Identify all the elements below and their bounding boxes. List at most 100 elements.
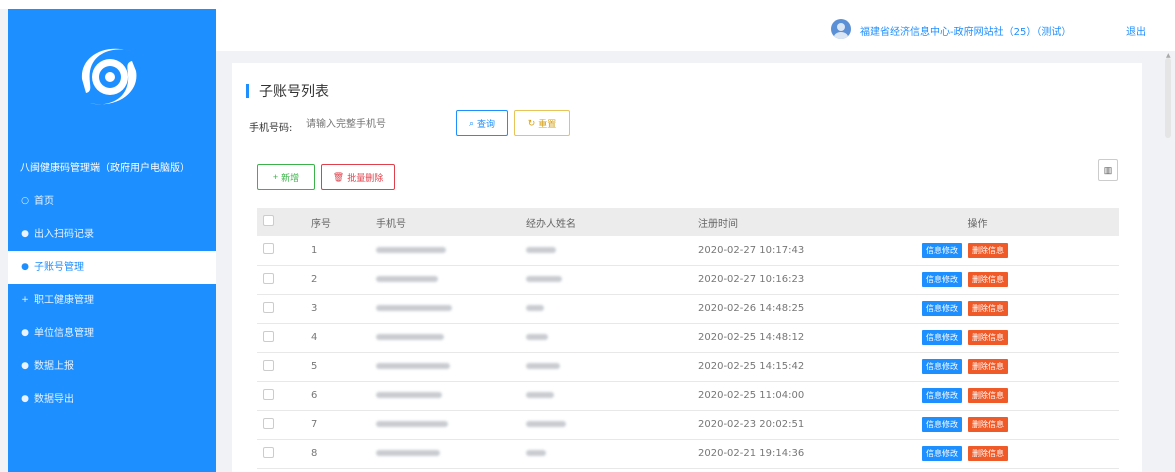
user-name[interactable]: 福建省经济信息中心-政府网站社（25）（测试） [860, 23, 1071, 38]
redacted-phone [376, 363, 450, 369]
sidebar: 八闽健康码管理端（政府用户电脑版） ○ 首页 ● 出入扫码记录 ● 子账号管理 + 职工… [8, 9, 216, 472]
batch-delete-button-label: 批量删除 [347, 172, 384, 183]
sidebar-item-home[interactable]: ○ 首页 [8, 185, 216, 218]
batch-delete-button[interactable]: 🗑 批量删除 [321, 164, 395, 190]
table-header-row: 序号 手机号 经办人姓名 注册时间 操作 [257, 208, 1119, 236]
redacted-name [526, 421, 566, 427]
query-button[interactable]: ⌕ 查询 [456, 110, 508, 136]
row-phone-cell [370, 381, 520, 411]
dot-icon: ● [21, 328, 29, 338]
sidebar-item-label: 首页 [34, 196, 54, 207]
row-checkbox[interactable] [263, 272, 274, 284]
row-name-cell [520, 323, 696, 353]
row-name-cell [520, 439, 696, 469]
edit-info-button[interactable]: 信息修改 [922, 417, 962, 432]
row-index: 8 [297, 439, 370, 469]
row-name-cell [520, 294, 696, 324]
redacted-name [526, 276, 562, 282]
row-ops-cell: 信息修改 删除信息 [896, 352, 1119, 382]
row-name-cell [520, 265, 696, 295]
sidebar-item-label: 子账号管理 [34, 262, 84, 273]
row-select-cell [257, 381, 297, 411]
table-row: 2 2020-02-27 10:16:23 信息修改 删除信息 [257, 265, 1119, 295]
table-row: 5 2020-02-25 14:15:42 信息修改 删除信息 [257, 352, 1119, 382]
row-index: 6 [297, 381, 370, 411]
app-window: 八闽健康码管理端（政府用户电脑版） ○ 首页 ● 出入扫码记录 ● 子账号管理 + 职工… [0, 0, 1175, 472]
row-checkbox[interactable] [263, 417, 274, 429]
reset-button[interactable]: ↻ 重置 [514, 110, 570, 136]
table-row: 6 2020-02-25 11:04:00 信息修改 删除信息 [257, 381, 1119, 411]
row-checkbox[interactable] [263, 243, 274, 255]
row-select-cell [257, 352, 297, 382]
row-time: 2020-02-25 14:48:12 [696, 323, 896, 353]
row-checkbox[interactable] [263, 388, 274, 400]
row-time: 2020-02-27 10:17:43 [696, 236, 896, 266]
delete-info-button[interactable]: 删除信息 [968, 272, 1008, 287]
edit-info-button[interactable]: 信息修改 [922, 388, 962, 403]
edit-info-button[interactable]: 信息修改 [922, 272, 962, 287]
edit-info-button[interactable]: 信息修改 [922, 359, 962, 374]
edit-info-button[interactable]: 信息修改 [922, 330, 962, 345]
scrollbar-thumb[interactable] [1165, 58, 1171, 138]
columns-icon: ▥ [1103, 164, 1113, 175]
redacted-phone [376, 246, 446, 253]
delete-info-button[interactable]: 删除信息 [968, 330, 1008, 345]
row-ops-cell: 信息修改 删除信息 [896, 381, 1119, 411]
dot-icon: ● [21, 262, 29, 272]
redacted-name [526, 305, 544, 311]
table-row: 4 2020-02-25 14:48:12 信息修改 删除信息 [257, 323, 1119, 353]
logout-link[interactable]: 退出 [1126, 23, 1146, 38]
col-header-name: 经办人姓名 [520, 208, 696, 236]
col-header-index: 序号 [297, 208, 370, 236]
edit-info-button[interactable]: 信息修改 [922, 301, 962, 316]
row-ops-cell: 信息修改 删除信息 [896, 323, 1119, 353]
row-ops-cell: 信息修改 删除信息 [896, 410, 1119, 440]
sidebar-item-data-report[interactable]: ● 数据上报 [8, 350, 216, 383]
row-index: 5 [297, 352, 370, 382]
redacted-phone [376, 450, 440, 456]
delete-info-button[interactable]: 删除信息 [968, 359, 1008, 374]
row-ops-cell: 信息修改 删除信息 [896, 294, 1119, 324]
delete-info-button[interactable]: 删除信息 [968, 446, 1008, 461]
phone-search-input[interactable] [306, 111, 442, 137]
sidebar-item-employee-health[interactable]: + 职工健康管理 [8, 284, 216, 317]
refresh-icon: ↻ [527, 117, 536, 128]
sidebar-menu: ○ 首页 ● 出入扫码记录 ● 子账号管理 + 职工健康管理 ● 单位信息管理 ● 数据上报… [8, 185, 216, 416]
row-select-cell [257, 294, 297, 324]
row-select-cell [257, 323, 297, 353]
columns-toggle-button[interactable]: ▥ [1098, 159, 1118, 181]
redacted-phone [376, 392, 442, 398]
edit-info-button[interactable]: 信息修改 [922, 446, 962, 461]
sidebar-item-sub-accounts[interactable]: ● 子账号管理 [8, 251, 216, 284]
add-button-label: 新增 [281, 172, 300, 183]
row-checkbox[interactable] [263, 301, 274, 313]
select-all-checkbox[interactable] [263, 215, 274, 226]
system-title: 八闽健康码管理端（政府用户电脑版） [20, 163, 190, 174]
query-button-label: 查询 [477, 118, 496, 129]
row-checkbox[interactable] [263, 330, 274, 342]
delete-info-button[interactable]: 删除信息 [968, 417, 1008, 432]
row-name-cell [520, 381, 696, 411]
redacted-name [526, 246, 556, 253]
sidebar-item-data-export[interactable]: ● 数据导出 [8, 383, 216, 416]
row-checkbox[interactable] [263, 446, 274, 458]
sidebar-item-label: 出入扫码记录 [34, 229, 94, 240]
row-phone-cell [370, 352, 520, 382]
sidebar-item-org-info[interactable]: ● 单位信息管理 [8, 317, 216, 350]
row-time: 2020-02-25 11:04:00 [696, 381, 896, 411]
row-checkbox[interactable] [263, 359, 274, 371]
dot-icon: ● [21, 229, 29, 239]
row-phone-cell [370, 294, 520, 324]
row-index: 7 [297, 410, 370, 440]
edit-info-button[interactable]: 信息修改 [922, 242, 962, 258]
delete-info-button[interactable]: 删除信息 [968, 388, 1008, 403]
row-time: 2020-02-25 14:15:42 [696, 352, 896, 382]
delete-info-button[interactable]: 删除信息 [968, 242, 1008, 258]
avatar[interactable] [831, 19, 851, 39]
redacted-phone [376, 276, 438, 282]
add-button[interactable]: + 新增 [257, 164, 315, 190]
delete-info-button[interactable]: 删除信息 [968, 301, 1008, 316]
table-row: 8 2020-02-21 19:14:36 信息修改 删除信息 [257, 439, 1119, 469]
row-select-cell [257, 236, 297, 266]
sidebar-item-scan-records[interactable]: ● 出入扫码记录 [8, 218, 216, 251]
